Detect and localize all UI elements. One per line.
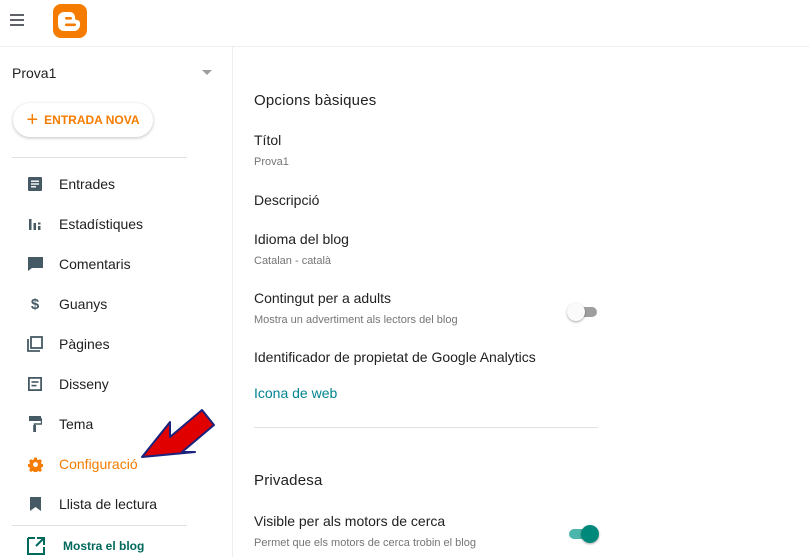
divider [12, 525, 187, 526]
section-divider [254, 427, 598, 428]
sidebar-item-guanys[interactable]: $ Guanys [0, 284, 232, 324]
gear-icon [27, 456, 43, 472]
paint-roller-icon [27, 416, 43, 432]
title-setting[interactable]: Títol Prova1 [254, 132, 599, 168]
blog-name: Prova1 [12, 65, 57, 81]
blog-selector[interactable]: Prova1 [12, 65, 212, 85]
search-visibility-toggle[interactable] [567, 525, 599, 543]
open-in-new-icon [27, 537, 45, 555]
sidebar-item-label: Configuració [59, 456, 138, 472]
adult-content-setting: Contingut per a adults Mostra un adverti… [254, 290, 599, 326]
sidebar-item-llista-de-lectura[interactable]: Llista de lectura [0, 484, 232, 524]
language-label: Idioma del blog [254, 231, 349, 247]
sidebar-item-disseny[interactable]: Disseny [0, 364, 232, 404]
sidebar-item-label: Entrades [59, 176, 116, 192]
sidebar-item-entrades[interactable]: Entrades [0, 164, 232, 204]
blogger-logo-icon[interactable] [53, 4, 87, 38]
title-value: Prova1 [254, 156, 289, 168]
analytics-setting[interactable]: Identificador de propietat de Google Ana… [254, 349, 599, 365]
section-title-privacy: Privadesa [254, 472, 323, 489]
new-post-label: ENTRADA NOVA [44, 113, 140, 127]
settings-panel: Opcions bàsiques Títol Prova1 Descripció… [254, 47, 809, 557]
hamburger-menu-icon[interactable] [10, 14, 24, 26]
adult-content-help: Mostra un advertiment als lectors del bl… [254, 314, 458, 326]
description-label: Descripció [254, 192, 320, 208]
language-setting[interactable]: Idioma del blog Catalan - català [254, 231, 599, 267]
search-visibility-label: Visible per als motors de cerca [254, 513, 446, 529]
new-post-button[interactable]: + ENTRADA NOVA [13, 103, 153, 137]
plus-icon: + [26, 109, 39, 131]
top-bar [0, 0, 809, 47]
search-visibility-help: Permet que els motors de cerca trobin el… [254, 537, 476, 549]
annotation-arrow [141, 409, 215, 458]
divider [12, 157, 187, 158]
posts-icon [27, 176, 43, 192]
comments-icon [27, 256, 43, 272]
sidebar-item-pagines[interactable]: Pàgines [0, 324, 232, 364]
sidebar-item-label: Estadístiques [59, 216, 144, 232]
sidebar-item-estadistiques[interactable]: Estadístiques [0, 204, 232, 244]
stats-icon [27, 216, 43, 232]
view-blog-link[interactable]: Mostra el blog [27, 537, 144, 555]
bookmark-icon [27, 496, 43, 512]
language-value: Catalan - català [254, 255, 332, 267]
sidebar-item-label: Comentaris [59, 256, 131, 272]
sidebar-item-comentaris[interactable]: Comentaris [0, 244, 232, 284]
sidebar-item-label: Tema [59, 416, 94, 432]
favicon-link[interactable]: Icona de web [254, 385, 337, 401]
dollar-icon: $ [30, 295, 40, 313]
adult-content-label: Contingut per a adults [254, 290, 391, 306]
layout-icon [27, 376, 43, 392]
analytics-label: Identificador de propietat de Google Ana… [254, 349, 536, 365]
pages-icon [27, 336, 43, 352]
view-blog-label: Mostra el blog [63, 539, 145, 553]
sidebar: Prova1 + ENTRADA NOVA Entrades Estadísti… [0, 47, 233, 557]
sidebar-item-label: Pàgines [59, 336, 110, 352]
title-label: Títol [254, 132, 282, 148]
adult-content-toggle[interactable] [567, 303, 599, 321]
description-setting[interactable]: Descripció [254, 192, 599, 208]
sidebar-item-label: Disseny [59, 376, 109, 392]
search-visibility-setting: Visible per als motors de cerca Permet q… [254, 513, 599, 549]
chevron-down-icon [202, 70, 212, 75]
sidebar-item-label: Guanys [59, 296, 108, 312]
sidebar-item-label: Llista de lectura [59, 496, 158, 512]
section-title-basic: Opcions bàsiques [254, 92, 377, 109]
